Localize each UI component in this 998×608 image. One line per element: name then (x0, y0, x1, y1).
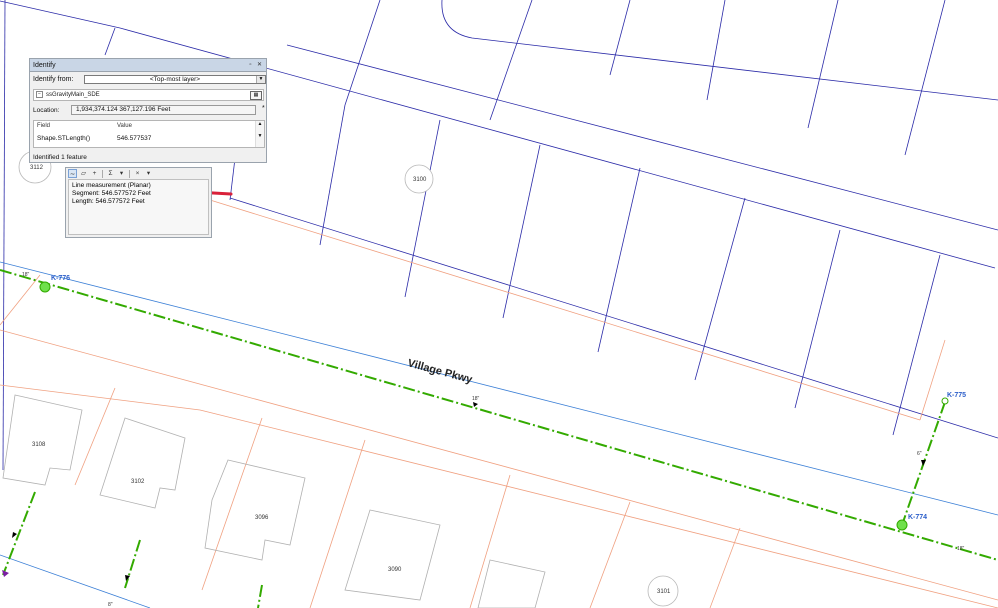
measure-results: Line measurement (Planar) Segment: 546.5… (68, 179, 209, 235)
toolbar-separator (102, 169, 103, 178)
manhole-k-774[interactable] (896, 519, 908, 531)
parcel-label-3090: 3090 (388, 567, 402, 573)
parcel-label-3108: 3108 (32, 442, 46, 448)
chevron-down-icon[interactable]: ▾ (144, 169, 153, 178)
location-label: Location: (33, 107, 60, 114)
clear-icon[interactable]: × (133, 169, 142, 178)
identify-titlebar[interactable]: Identify ▫ ✕ (30, 59, 266, 72)
location-field[interactable]: 1,934,374.124 367,127.196 Feet (71, 105, 256, 115)
pipe-size-label: 8" (108, 602, 113, 608)
chevron-down-icon[interactable]: ▾ (117, 169, 126, 178)
parcel-label-3101: 3101 (657, 589, 671, 595)
field-value-cell: 546.577537 (117, 135, 152, 142)
collapse-icon[interactable]: − (36, 91, 43, 98)
close-icon[interactable]: ✕ (256, 62, 263, 69)
grid-view-icon[interactable]: ▦ (250, 91, 262, 100)
parcel-label-3100: 3100 (413, 177, 427, 183)
measure-type-text: Line measurement (Planar) (72, 182, 151, 189)
measure-toolbar: ∼ ▱ + Σ ▾ × ▾ (66, 168, 211, 179)
identify-from-value: <Top-most layer> (149, 76, 201, 83)
pipe-size-label: 6" (917, 451, 922, 457)
parcel-label-3102: 3102 (131, 479, 145, 485)
identify-from-label: Identify from: (33, 76, 74, 83)
parcel-label-3096: 3096 (255, 515, 269, 521)
chevron-down-icon[interactable]: ▼ (256, 76, 265, 83)
tree-item-layer[interactable]: − ssGravityMain_SDE (36, 91, 100, 98)
tree-item-label: ssGravityMain_SDE (46, 92, 100, 99)
column-header-value: Value (117, 123, 132, 129)
column-header-field: Field (37, 123, 51, 129)
parcel-label-3112: 3112 (30, 165, 44, 171)
manhole-k-776[interactable] (39, 281, 51, 293)
measure-length-text: Length: 546.577572 Feet (72, 198, 145, 205)
measure-point-icon[interactable]: + (90, 169, 99, 178)
measure-area-icon[interactable]: ▱ (79, 169, 88, 178)
manhole-label-k-776: K-776 (51, 275, 70, 282)
location-menu-icon[interactable]: * (262, 105, 265, 112)
pipe-size-label: 18" (22, 272, 30, 278)
identify-from-select[interactable]: <Top-most layer> ▼ (84, 75, 266, 84)
measure-segment-text: Segment: 546.577572 Feet (72, 190, 151, 197)
pipe-size-label: 18" (957, 546, 965, 552)
measure-line-icon[interactable]: ∼ (68, 169, 77, 178)
restore-icon[interactable]: ▫ (247, 62, 254, 69)
sum-icon[interactable]: Σ (106, 169, 115, 178)
identify-results-tree[interactable]: − ssGravityMain_SDE ▦ (33, 89, 264, 101)
field-value-table[interactable]: Field Value Shape.STLength() 546.577537 … (33, 120, 265, 148)
pipe-size-label: 18" (472, 396, 480, 402)
identify-window[interactable]: Identify ▫ ✕ Identify from: <Top-most la… (29, 58, 267, 163)
identify-status: Identified 1 feature (33, 154, 87, 161)
toolbar-separator (129, 169, 130, 178)
table-scrollbar[interactable]: ▲ ▼ (255, 121, 264, 147)
manhole-label-k-775: K-775 (947, 392, 966, 399)
identify-title: Identify (33, 61, 56, 69)
field-name-cell: Shape.STLength() (37, 135, 91, 142)
measure-window[interactable]: ∼ ▱ + Σ ▾ × ▾ Line measurement (Planar) … (65, 167, 212, 238)
manhole-label-k-774: K-774 (908, 514, 927, 521)
